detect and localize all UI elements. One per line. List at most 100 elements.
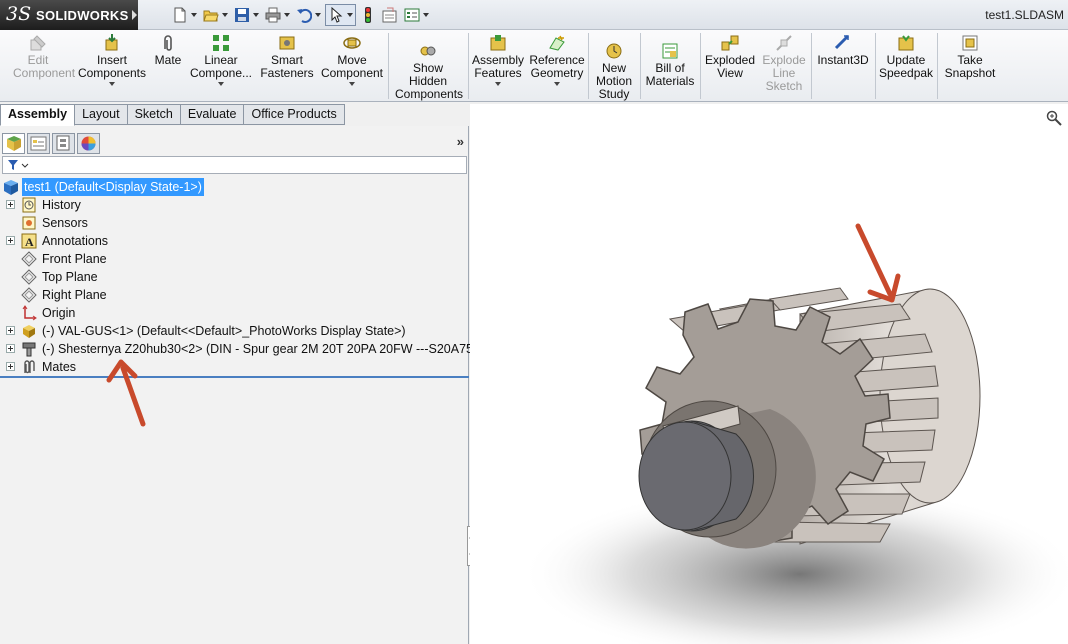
history-icon (21, 197, 37, 213)
tree-item-label: History (42, 198, 81, 212)
chevron-down-icon[interactable] (423, 13, 429, 17)
filter-icon[interactable] (6, 157, 32, 173)
save-button[interactable] (232, 4, 261, 26)
explode-line-sketch-label: Explode Line Sketch (762, 53, 806, 93)
tab-assembly[interactable]: Assembly (0, 104, 76, 126)
expand-plus-icon[interactable] (6, 236, 15, 245)
displaymanager-tab[interactable] (77, 133, 100, 154)
tree-item-label: Annotations (42, 234, 109, 248)
shaft-face (638, 421, 732, 531)
tree-item-front-plane[interactable]: Front Plane (0, 250, 469, 268)
featuremanager-tab[interactable] (2, 133, 25, 154)
tree-root-assembly[interactable]: test1 (Default<Display State-1>) (0, 178, 469, 196)
rebuild-button[interactable] (358, 4, 378, 26)
show-hidden-components-button[interactable]: Show Hidden Components (392, 34, 464, 101)
tree-item-val-gus[interactable]: (-) VAL-GUS<1> (Default<<Default>_PhotoW… (0, 322, 469, 340)
expand-panel-icon[interactable]: » (457, 134, 464, 149)
expand-plus-icon[interactable] (6, 344, 15, 353)
mate-button[interactable]: Mate (150, 34, 186, 67)
edit-component-icon (29, 34, 47, 52)
tree-item-label: Right Plane (42, 288, 107, 302)
ribbon-separator (811, 33, 812, 99)
ribbon-separator (468, 33, 469, 99)
linear-component-label: Linear Compone... (189, 53, 253, 80)
chevron-down-icon[interactable] (222, 13, 228, 17)
insert-components-button[interactable]: Insert Components (76, 34, 148, 86)
graphics-area[interactable] (470, 104, 1068, 644)
chevron-down-icon[interactable] (554, 82, 560, 86)
exploded-view-icon (721, 34, 739, 52)
take-snapshot-button[interactable]: Take Snapshot (940, 34, 1000, 80)
exploded-view-button[interactable]: Exploded View (703, 34, 757, 80)
smart-fasteners-button[interactable]: Smart Fasteners (258, 34, 316, 80)
chevron-down-icon[interactable] (253, 13, 259, 17)
edit-component-button[interactable]: Edit Component (4, 34, 75, 80)
propertymanager-tab[interactable] (27, 133, 50, 154)
displaymanager-icon (81, 136, 96, 151)
command-manager: Edit Component Insert Components Mate Li… (0, 30, 1068, 102)
print-button[interactable] (263, 4, 292, 26)
chevron-down-icon[interactable] (109, 82, 115, 86)
instant3d-button[interactable]: Instant3D (814, 34, 872, 67)
chevron-down-icon[interactable] (284, 13, 290, 17)
linear-component-pattern-button[interactable]: Linear Compone... (188, 34, 254, 86)
new-motion-study-button[interactable]: New Motion Study (592, 34, 636, 101)
tree-item-sensors[interactable]: Sensors (0, 214, 469, 232)
expand-plus-icon[interactable] (6, 326, 15, 335)
insert-components-label: Insert Components (77, 53, 147, 80)
tree-item-shesternya[interactable]: (-) Shesternya Z20hub30<2> (DIN - Spur g… (0, 340, 503, 358)
file-properties-button[interactable] (380, 4, 400, 26)
tree-item-history[interactable]: History (0, 196, 469, 214)
chevron-down-icon[interactable] (315, 13, 321, 17)
undo-button[interactable] (294, 4, 323, 26)
tree-item-origin[interactable]: Origin (0, 304, 469, 322)
assembly-features-button[interactable]: Assembly Features (471, 34, 525, 86)
save-icon (234, 7, 250, 23)
update-speedpak-label: Update Speedpak (879, 53, 934, 80)
chevron-down-icon[interactable] (218, 82, 224, 86)
tab-evaluate[interactable]: Evaluate (180, 104, 245, 125)
chevron-down-icon[interactable] (349, 82, 355, 86)
annotation-arrow-icon (855, 223, 901, 303)
propertymanager-icon (30, 136, 47, 151)
origin-icon (21, 305, 37, 321)
ribbon-separator (875, 33, 876, 99)
expand-plus-icon[interactable] (6, 362, 15, 371)
options-button[interactable] (402, 4, 431, 26)
gear-model-view[interactable] (470, 104, 1068, 644)
new-button[interactable] (170, 4, 199, 26)
instant3d-label: Instant3D (817, 53, 869, 67)
move-component-button[interactable]: Move Component (318, 34, 386, 86)
chevron-down-icon[interactable] (495, 82, 501, 86)
tree-item-right-plane[interactable]: Right Plane (0, 286, 469, 304)
explode-line-sketch-icon (775, 34, 793, 52)
filter-bar[interactable] (2, 156, 467, 174)
exploded-view-label: Exploded View (704, 53, 756, 80)
ribbon-separator (388, 33, 389, 99)
select-button[interactable] (325, 4, 356, 26)
rollback-bar[interactable] (0, 376, 469, 378)
tab-layout[interactable]: Layout (75, 104, 128, 125)
bill-of-materials-icon (661, 42, 679, 60)
quick-access-toolbar (170, 4, 431, 26)
expand-plus-icon[interactable] (6, 200, 15, 209)
tab-office-products[interactable]: Office Products (244, 104, 345, 125)
open-button[interactable] (201, 4, 230, 26)
update-speedpak-button[interactable]: Update Speedpak (878, 34, 934, 80)
tree-item-label: (-) Shesternya Z20hub30<2> (DIN - Spur g… (42, 342, 503, 356)
tab-sketch[interactable]: Sketch (127, 104, 181, 125)
bill-of-materials-button[interactable]: Bill of Materials (643, 34, 697, 88)
tree-item-mates[interactable]: Mates (0, 358, 469, 376)
explode-line-sketch-button[interactable]: Explode Line Sketch (760, 34, 808, 93)
chevron-down-icon[interactable] (191, 13, 197, 17)
tree-item-annotations[interactable]: A Annotations (0, 232, 469, 250)
ribbon-separator (640, 33, 641, 99)
reference-geometry-button[interactable]: Reference Geometry (528, 34, 586, 86)
assembly-features-label: Assembly Features (472, 53, 525, 80)
chevron-down-icon[interactable] (347, 13, 353, 17)
tree-item-label: Origin (42, 306, 76, 320)
tree-item-top-plane[interactable]: Top Plane (0, 268, 469, 286)
tree-item-label: Top Plane (42, 270, 98, 284)
configurationmanager-tab[interactable] (52, 133, 75, 154)
solidworks-menu-button[interactable]: 3S SOLIDWORKS (0, 0, 138, 30)
